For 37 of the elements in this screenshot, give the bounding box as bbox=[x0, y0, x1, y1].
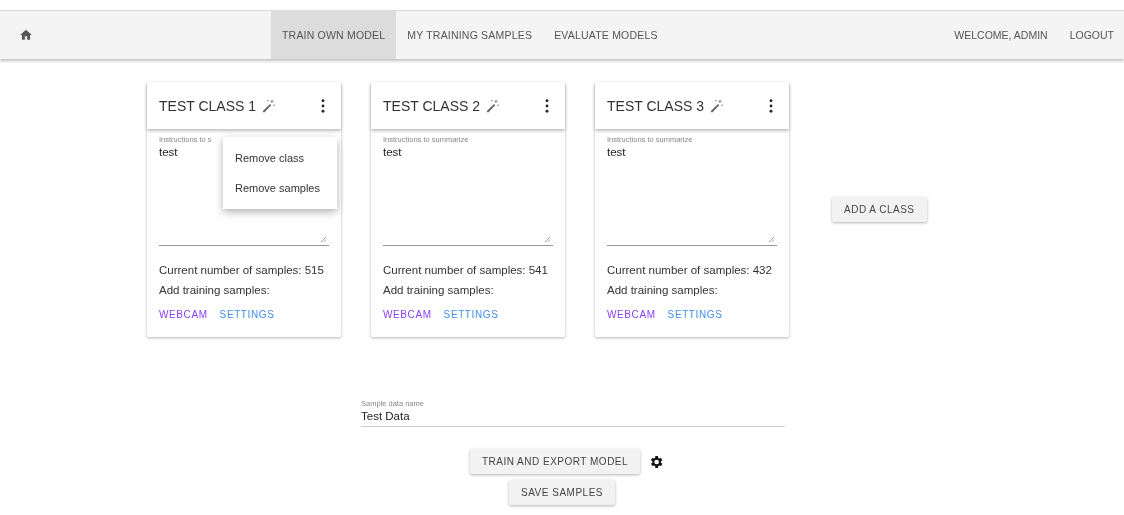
class-title: TEST CLASS 3 bbox=[607, 97, 704, 114]
nav-tab[interactable]: TRAIN OWN MODEL bbox=[271, 11, 397, 59]
add-samples-label: Add training samples: bbox=[159, 283, 271, 298]
field-value: test bbox=[159, 146, 178, 158]
class-title: TEST CLASS 2 bbox=[383, 97, 480, 114]
save-samples-button[interactable]: SAVE SAMPLES bbox=[509, 480, 615, 505]
menu-item[interactable]: Remove samples bbox=[223, 173, 337, 203]
menu-item[interactable]: Remove class bbox=[223, 143, 337, 173]
add-class-button[interactable]: ADD A CLASS bbox=[832, 197, 927, 222]
nav-tab[interactable]: MY TRAINING SAMPLES bbox=[396, 11, 544, 59]
train-export-button[interactable]: TRAIN AND EXPORT MODEL bbox=[469, 449, 641, 474]
card-link[interactable]: WEBCAM bbox=[383, 309, 432, 320]
resize-grip-icon[interactable] bbox=[320, 236, 327, 243]
sample-count: Current number of samples: 432 bbox=[607, 263, 773, 278]
field-value: test bbox=[607, 146, 626, 158]
sample-count: Current number of samples: 541 bbox=[383, 263, 549, 278]
resize-grip-icon[interactable] bbox=[768, 236, 775, 243]
home-icon[interactable] bbox=[19, 28, 33, 42]
magic-wand-icon[interactable] bbox=[260, 97, 276, 114]
resize-grip-icon[interactable] bbox=[544, 236, 551, 243]
magic-wand-icon[interactable] bbox=[708, 97, 724, 114]
welcome-text: WELCOME, ADMIN bbox=[954, 29, 1048, 41]
card-link[interactable]: WEBCAM bbox=[159, 309, 208, 320]
more-icon[interactable] bbox=[545, 98, 549, 113]
field-value: Test Data bbox=[361, 410, 410, 422]
nav-tab[interactable]: EVALUATE MODELS bbox=[543, 11, 669, 59]
class-title: TEST CLASS 1 bbox=[159, 97, 256, 114]
add-samples-label: Add training samples: bbox=[607, 283, 719, 298]
settings-icon[interactable] bbox=[648, 453, 665, 470]
more-icon[interactable] bbox=[769, 98, 773, 113]
magic-wand-icon[interactable] bbox=[484, 97, 500, 114]
field-value: test bbox=[383, 146, 402, 158]
more-icon[interactable] bbox=[321, 98, 325, 113]
add-samples-label: Add training samples: bbox=[383, 283, 495, 298]
card-link[interactable]: WEBCAM bbox=[607, 309, 656, 320]
logout-link[interactable]: LOGOUT bbox=[1069, 29, 1114, 41]
sample-count: Current number of samples: 515 bbox=[159, 263, 325, 278]
